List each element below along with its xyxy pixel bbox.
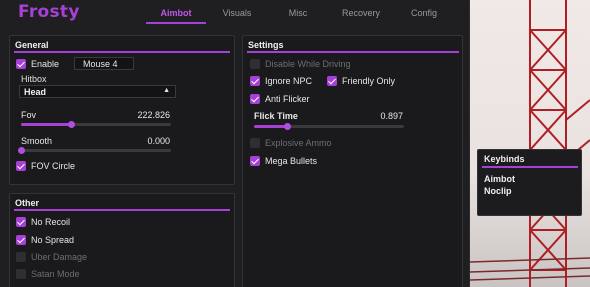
flick-time-slider[interactable] [254, 123, 404, 130]
top-bar: Frosty Aimbot Visuals Misc Recovery Conf… [0, 0, 470, 30]
panel-divider [247, 51, 459, 53]
flick-time-label: Flick Time [254, 111, 298, 121]
mega-bullets-checkbox[interactable]: Mega Bullets [250, 155, 317, 167]
checkbox-box[interactable] [250, 59, 260, 69]
enable-keybind-button[interactable]: Mouse 4 [74, 57, 134, 70]
checkbox-box[interactable] [250, 138, 260, 148]
smooth-value: 0.000 [147, 136, 170, 146]
app-logo: Frosty [18, 2, 80, 22]
checkbox-label: Ignore NPC [265, 76, 313, 86]
checkbox-label: Uber Damage [31, 252, 88, 262]
checkbox-label: No Spread [31, 235, 75, 245]
disable-while-driving-checkbox[interactable]: Disable While Driving [250, 58, 351, 70]
fov-circle-checkbox[interactable]: FOV Circle [16, 160, 75, 172]
checkbox-label: Anti Flicker [265, 94, 310, 104]
game-background [470, 0, 590, 287]
checkbox-label: Enable [31, 59, 60, 69]
settings-panel: Settings Disable While Driving Ignore NP… [242, 35, 463, 287]
fov-slider[interactable] [21, 121, 171, 128]
flick-time-slider-knob[interactable] [284, 123, 291, 130]
explosive-ammo-checkbox[interactable]: Explosive Ammo [250, 137, 332, 149]
checkbox-box[interactable] [250, 94, 260, 104]
hitbox-selected-value: Head [24, 87, 47, 97]
checkbox-label: FOV Circle [31, 161, 76, 171]
tab-config[interactable]: Config [394, 8, 454, 18]
checkbox-box[interactable] [250, 156, 260, 166]
panel-title: Settings [248, 40, 284, 50]
checkbox-label: No Recoil [31, 217, 71, 227]
checkbox-label: Disable While Driving [265, 59, 351, 69]
panel-title: General [15, 40, 49, 50]
checkbox-label: Explosive Ammo [265, 138, 332, 148]
keybind-item: Noclip [484, 186, 512, 196]
checkbox-label: Mega Bullets [265, 156, 318, 166]
keybind-item: Aimbot [484, 174, 515, 184]
uber-damage-checkbox[interactable]: Uber Damage [16, 251, 87, 263]
checkbox-box[interactable] [16, 269, 26, 279]
cheat-menu-window: Frosty Aimbot Visuals Misc Recovery Conf… [0, 0, 470, 287]
checkbox-box[interactable] [16, 252, 26, 262]
hitbox-dropdown[interactable]: Head ▲ [19, 85, 176, 98]
panel-divider [14, 209, 230, 211]
checkbox-box[interactable] [16, 217, 26, 227]
no-spread-checkbox[interactable]: No Spread [16, 234, 74, 246]
keybinds-overlay: Keybinds Aimbot Noclip [477, 149, 582, 216]
checkbox-label: Satan Mode [31, 269, 80, 279]
checkbox-box[interactable] [16, 59, 26, 69]
tab-aimbot[interactable]: Aimbot [146, 8, 206, 18]
chevron-up-icon: ▲ [163, 87, 170, 94]
smooth-label: Smooth [21, 136, 53, 146]
panel-title: Other [15, 198, 40, 208]
anti-flicker-checkbox[interactable]: Anti Flicker [250, 93, 310, 105]
hitbox-label: Hitbox [21, 74, 47, 84]
checkbox-box[interactable] [250, 76, 260, 86]
general-panel: General Enable Mouse 4 Hitbox Head ▲ Fov… [9, 35, 235, 185]
fov-label: Fov [21, 110, 37, 120]
active-tab-indicator [146, 22, 206, 24]
satan-mode-checkbox[interactable]: Satan Mode [16, 268, 80, 280]
fov-value: 222.826 [137, 110, 170, 120]
tab-misc[interactable]: Misc [268, 8, 328, 18]
smooth-slider[interactable] [18, 147, 171, 154]
fov-slider-fill [21, 123, 71, 126]
other-panel: Other No Recoil No Spread Uber Damage Sa… [9, 193, 235, 287]
checkbox-box[interactable] [16, 235, 26, 245]
checkbox-box[interactable] [327, 76, 337, 86]
flick-time-slider-fill [254, 125, 287, 128]
tab-visuals[interactable]: Visuals [207, 8, 267, 18]
keybinds-title: Keybinds [484, 154, 525, 164]
tab-recovery[interactable]: Recovery [330, 8, 392, 18]
fov-slider-knob[interactable] [67, 121, 75, 128]
flick-time-value: 0.897 [380, 111, 403, 121]
no-recoil-checkbox[interactable]: No Recoil [16, 216, 70, 228]
checkbox-box[interactable] [16, 161, 26, 171]
smooth-slider-knob[interactable] [18, 147, 25, 154]
keybinds-divider [482, 166, 578, 168]
enable-checkbox[interactable]: Enable [16, 58, 59, 70]
ignore-npc-checkbox[interactable]: Ignore NPC [250, 75, 312, 87]
panel-divider [14, 51, 230, 53]
checkbox-label: Friendly Only [342, 76, 396, 86]
friendly-only-checkbox[interactable]: Friendly Only [327, 75, 395, 87]
